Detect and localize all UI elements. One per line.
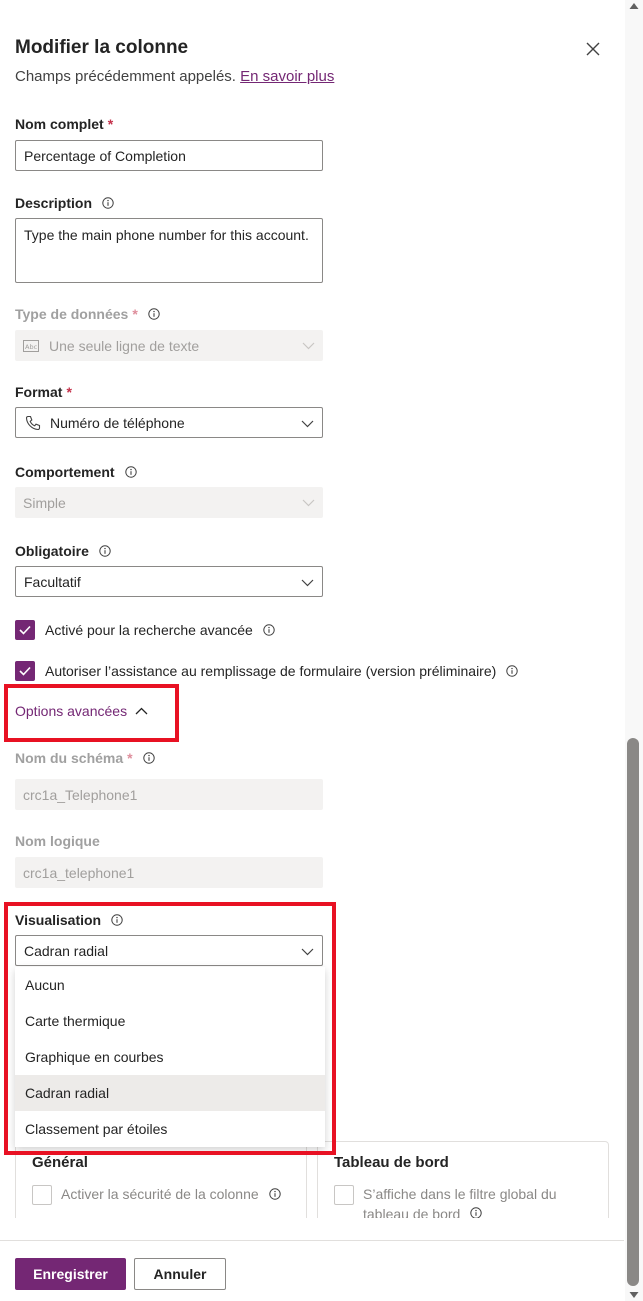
description-label: Description	[15, 195, 114, 211]
data-type-label-text: Type de données	[15, 306, 129, 322]
behavior-value: Simple	[23, 494, 66, 511]
info-icon[interactable]	[111, 914, 123, 926]
save-button[interactable]: Enregistrer	[15, 1258, 126, 1290]
dashboard-card-title: Tableau de bord	[334, 1154, 449, 1171]
chevron-down-icon[interactable]	[301, 417, 314, 430]
format-label: Format *	[15, 384, 72, 400]
dropdown-option-none[interactable]: Aucun	[15, 967, 325, 1003]
visualization-value: Cadran radial	[24, 942, 109, 959]
cancel-button[interactable]: Annuler	[134, 1258, 226, 1290]
behavior-label-text: Comportement	[15, 464, 115, 480]
footer-divider	[0, 1240, 624, 1241]
dashboard-filter-label-line1: S’affiche dans le filtre global du	[363, 1186, 557, 1202]
logical-name-label-text: Nom logique	[15, 833, 100, 849]
learn-more-link[interactable]: En savoir plus	[240, 68, 334, 85]
info-icon[interactable]	[142, 752, 155, 764]
info-icon[interactable]	[102, 197, 114, 209]
required-mark: *	[107, 116, 114, 132]
dashboard-card: Tableau de bord S’affiche dans le filtre…	[317, 1141, 609, 1225]
chevron-up-icon	[135, 707, 148, 714]
dashboard-filter-checkbox[interactable]	[334, 1185, 354, 1205]
abc-text-icon: Abc	[23, 337, 41, 355]
info-icon[interactable]	[148, 308, 160, 320]
required-mark: *	[132, 306, 138, 322]
subtitle-text: Champs précédemment appelés.	[15, 68, 236, 85]
behavior-select: Simple	[15, 487, 323, 518]
display-name-value: Percentage of Completion	[24, 147, 186, 164]
advanced-options-toggle[interactable]: Options avancées	[15, 703, 148, 719]
data-type-value: Une seule ligne de texte	[49, 337, 200, 354]
checkmark-icon	[19, 625, 31, 635]
general-card-title: Général	[32, 1154, 88, 1171]
data-type-label: Type de données *	[15, 306, 160, 322]
data-type-select: Abc Une seule ligne de texte	[15, 330, 323, 361]
description-textarea[interactable]: Type the main phone number for this acco…	[15, 218, 323, 283]
visualization-label-text: Visualisation	[15, 912, 102, 928]
dropdown-option-star-rating[interactable]: Classement par étoiles	[15, 1111, 325, 1147]
panel-title: Modifier la colonne	[15, 37, 189, 58]
chevron-down-icon	[302, 342, 315, 350]
advanced-find-checkbox[interactable]	[15, 620, 35, 640]
checkmark-icon	[19, 666, 31, 676]
format-label-text: Format	[15, 384, 63, 400]
display-name-input[interactable]: Percentage of Completion	[15, 140, 323, 171]
format-value: Numéro de téléphone	[50, 414, 185, 431]
phone-icon	[24, 414, 42, 432]
required-value: Facultatif	[24, 573, 81, 590]
column-security-label: Activer la sécurité de la colonne	[61, 1186, 259, 1202]
schema-name-input: crc1a_Telephone1	[15, 779, 323, 810]
chevron-down-icon	[302, 499, 315, 507]
chevron-down-icon[interactable]	[301, 945, 314, 958]
dropdown-option-radial-gauge[interactable]: Cadran radial	[15, 1075, 325, 1111]
dropdown-option-heatmap[interactable]: Carte thermique	[15, 1003, 325, 1039]
column-security-checkbox-row[interactable]: Activer la sécurité de la colonne	[32, 1184, 281, 1205]
footer-backdrop	[0, 1218, 624, 1240]
required-label-text: Obligatoire	[15, 543, 89, 559]
required-mark: *	[127, 750, 133, 766]
info-icon[interactable]	[506, 665, 518, 677]
format-select[interactable]: Numéro de téléphone	[15, 407, 323, 438]
info-icon[interactable]	[268, 1188, 281, 1200]
info-icon[interactable]	[124, 466, 137, 478]
dropdown-option-line-chart[interactable]: Graphique en courbes	[15, 1039, 325, 1075]
form-assist-label: Autoriser l’assistance au remplissage de…	[45, 663, 497, 679]
logical-name-label: Nom logique	[15, 833, 100, 849]
behavior-label: Comportement	[15, 464, 137, 480]
close-icon[interactable]	[586, 42, 600, 56]
description-label-text: Description	[15, 195, 93, 211]
scroll-down-arrow-icon[interactable]	[629, 1291, 639, 1299]
required-mark: *	[66, 384, 72, 400]
display-name-label-text: Nom complet	[15, 116, 104, 132]
column-security-checkbox[interactable]	[32, 1185, 52, 1205]
chevron-down-icon[interactable]	[301, 576, 314, 589]
scrollbar-thumb[interactable]	[627, 738, 639, 1286]
display-name-label: Nom complet *	[15, 116, 113, 132]
general-card: Général Activer la sécurité de la colonn…	[15, 1141, 307, 1225]
required-select[interactable]: Facultatif	[15, 566, 323, 597]
scroll-up-arrow-icon[interactable]	[629, 2, 639, 10]
advanced-options-label: Options avancées	[15, 703, 128, 719]
panel-subtitle: Champs précédemment appelés. En savoir p…	[15, 68, 334, 85]
schema-name-label: Nom du schéma *	[15, 750, 155, 766]
form-assist-checkbox-row[interactable]: Autoriser l’assistance au remplissage de…	[15, 661, 518, 681]
form-assist-checkbox[interactable]	[15, 661, 35, 681]
logical-name-input: crc1a_telephone1	[15, 857, 323, 888]
advanced-find-label: Activé pour la recherche avancée	[45, 622, 253, 638]
visualization-select[interactable]: Cadran radial	[15, 935, 323, 966]
visualization-label: Visualisation	[15, 912, 123, 928]
schema-name-value: crc1a_Telephone1	[23, 786, 138, 803]
schema-name-label-text: Nom du schéma	[15, 750, 124, 766]
info-icon[interactable]	[99, 545, 111, 557]
close-button[interactable]	[582, 38, 604, 60]
svg-text:Abc: Abc	[25, 343, 38, 351]
visualization-dropdown-list: Aucun Carte thermique Graphique en courb…	[15, 967, 325, 1147]
logical-name-value: crc1a_telephone1	[23, 864, 135, 881]
info-icon[interactable]	[263, 624, 275, 636]
advanced-find-checkbox-row[interactable]: Activé pour la recherche avancée	[15, 620, 275, 640]
required-label: Obligatoire	[15, 543, 111, 559]
